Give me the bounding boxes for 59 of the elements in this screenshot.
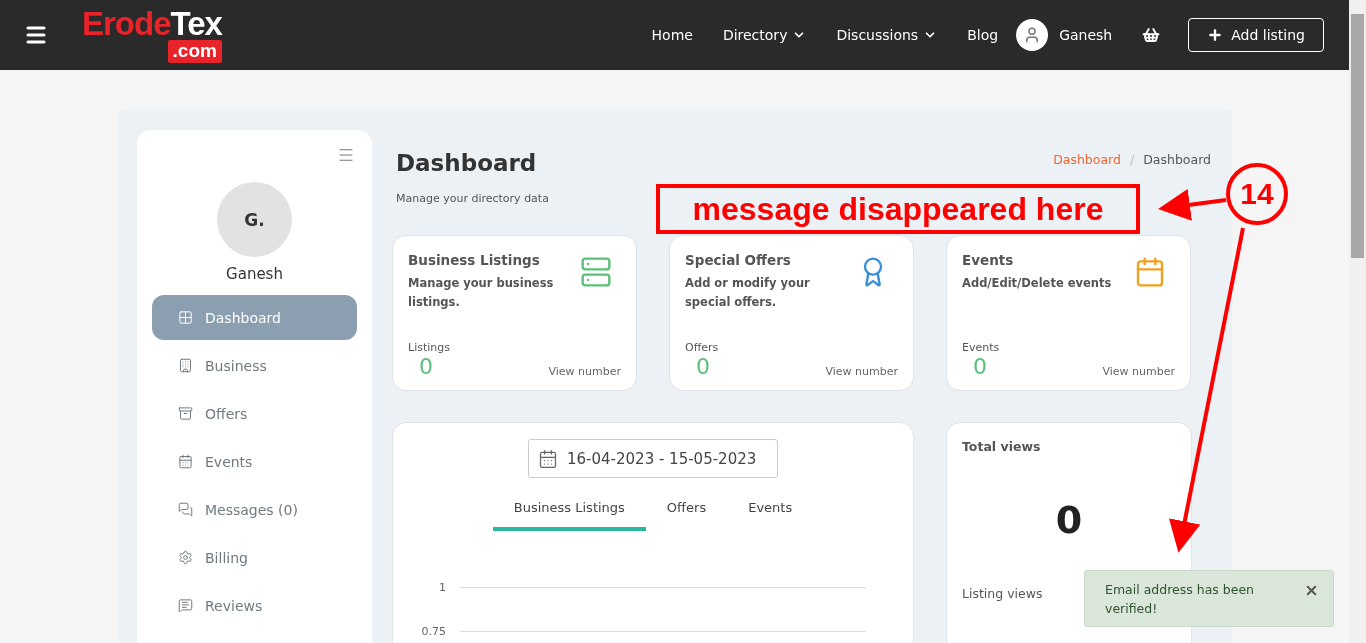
basket-icon[interactable]: [1142, 26, 1161, 44]
user-avatar-icon[interactable]: [1016, 19, 1049, 51]
sidebar-item[interactable]: Reviews: [152, 583, 357, 628]
total-views-value: 0: [1054, 498, 1084, 542]
stat-value: 0: [419, 354, 434, 380]
breadcrumb-item[interactable]: Dashboard: [1143, 152, 1211, 167]
stat-label: Offers: [685, 341, 719, 354]
view-number-link[interactable]: View number: [825, 365, 898, 378]
calendar-icon: [538, 448, 558, 469]
chart-tab[interactable]: Business Listings: [492, 500, 646, 531]
calendar-icon: [178, 454, 193, 469]
breadcrumb-separator: /: [1129, 152, 1135, 167]
stat-value: 0: [973, 354, 988, 380]
nav-link[interactable]: Discussions: [836, 27, 938, 43]
sidebar-item[interactable]: Business: [152, 343, 357, 388]
axis-label: 0.75: [420, 624, 446, 638]
grid-icon: [178, 310, 193, 325]
comment-icon: [178, 598, 193, 613]
nav-link[interactable]: Blog: [967, 27, 999, 43]
sidebar-item[interactable]: Messages (0): [152, 487, 357, 532]
card-title: Business Listings: [408, 252, 541, 268]
building-icon: [178, 358, 193, 373]
listing-views-label: Listing views: [962, 586, 1043, 601]
profile-avatar: G.: [217, 182, 292, 257]
stat-label: Events: [962, 341, 1000, 354]
card-description: Add or modify your special offers.: [685, 275, 811, 311]
card-title: Special Offers: [685, 252, 792, 268]
sidebar-item[interactable]: Offers: [152, 391, 357, 436]
profile-name: Ganesh: [226, 265, 283, 283]
view-number-link[interactable]: View number: [1102, 365, 1175, 378]
card-description: Manage your business listings.: [408, 275, 555, 311]
card-description: Add/Edit/Delete events: [962, 275, 1113, 292]
toast-message: Email address has been verified!: [1105, 581, 1256, 618]
add-listing-button[interactable]: Add listing: [1188, 18, 1324, 52]
date-range-field[interactable]: 16-04-2023 - 15-05-2023: [528, 439, 778, 478]
user-name-link[interactable]: Ganesh: [1059, 27, 1113, 43]
sidebar-item[interactable]: Billing: [152, 535, 357, 580]
page-subtitle: Manage your directory data: [396, 192, 549, 205]
page-title: Dashboard: [396, 150, 538, 176]
stat-label: Listings: [408, 341, 450, 354]
chat-icon: [178, 502, 193, 517]
annotation-number: 14: [1226, 163, 1288, 225]
plus-icon: [1207, 27, 1224, 43]
card-title: Total views: [962, 439, 1042, 454]
chart-tab[interactable]: Events: [727, 500, 814, 531]
view-number-link[interactable]: View number: [548, 365, 621, 378]
annotation-label: message disappeared here: [656, 184, 1140, 234]
scrollbar[interactable]: [1349, 0, 1366, 643]
sidebar-item[interactable]: Events: [152, 439, 357, 484]
logo[interactable]: ErodeTex .com: [82, 7, 222, 63]
axis-label: 1: [438, 580, 446, 594]
nav-link[interactable]: Directory: [722, 27, 807, 43]
annotation-arrow: [1158, 188, 1227, 221]
nav-link[interactable]: Home: [651, 27, 693, 43]
stat-value: 0: [696, 354, 711, 380]
card-title: Events: [962, 252, 1015, 268]
archive-icon: [178, 406, 193, 421]
chart-tab[interactable]: Offers: [645, 500, 728, 531]
settings-icon: [178, 550, 193, 565]
